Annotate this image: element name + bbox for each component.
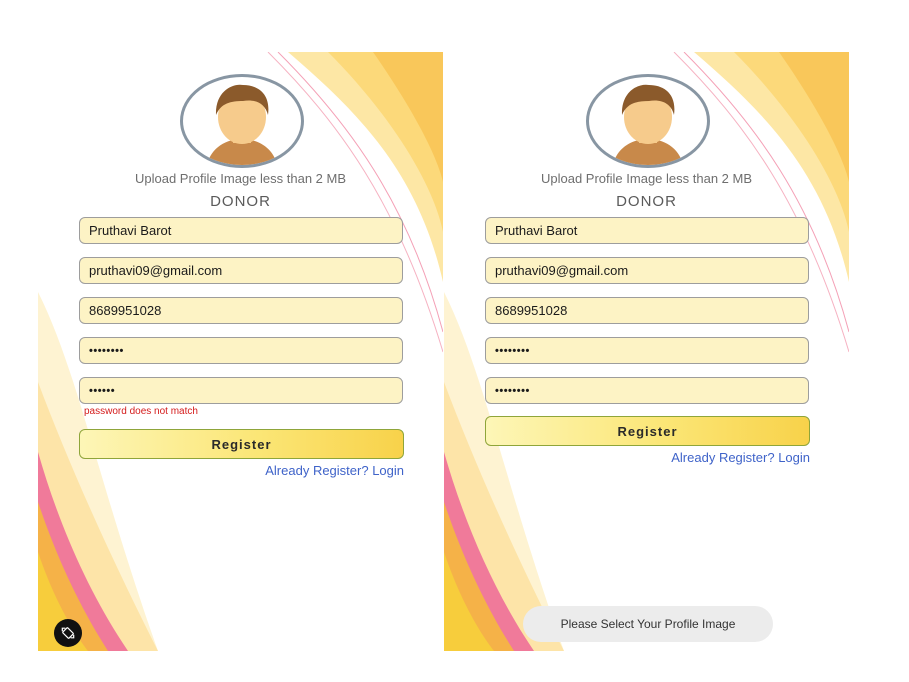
- profile-image-picker[interactable]: [180, 74, 304, 168]
- phone-field[interactable]: 8689951028: [79, 297, 403, 324]
- register-button[interactable]: Register: [79, 429, 404, 459]
- phone-value: 8689951028: [495, 303, 568, 318]
- upload-image-hint: Upload Profile Image less than 2 MB: [541, 171, 752, 186]
- email-value: pruthavi09@gmail.com: [495, 263, 629, 278]
- login-link[interactable]: Already Register? Login: [265, 463, 404, 478]
- password-field[interactable]: ••••••••: [485, 337, 809, 364]
- email-field[interactable]: pruthavi09@gmail.com: [485, 257, 809, 284]
- name-field[interactable]: Pruthavi Barot: [79, 217, 403, 244]
- upload-image-hint: Upload Profile Image less than 2 MB: [135, 171, 346, 186]
- confirm-password-value: ••••••••: [495, 384, 530, 397]
- phone-field[interactable]: 8689951028: [485, 297, 809, 324]
- register-screen-error: Upload Profile Image less than 2 MB DONO…: [38, 52, 443, 651]
- screen-rotate-icon: [61, 627, 75, 639]
- role-title: DONOR: [616, 193, 677, 210]
- login-link[interactable]: Already Register? Login: [671, 450, 810, 465]
- rotate-screen-button[interactable]: [54, 619, 82, 647]
- name-value: Pruthavi Barot: [89, 223, 172, 238]
- confirm-password-field[interactable]: ••••••: [79, 377, 403, 404]
- email-field[interactable]: pruthavi09@gmail.com: [79, 257, 403, 284]
- password-value: ••••••••: [89, 344, 124, 357]
- email-value: pruthavi09@gmail.com: [89, 263, 223, 278]
- password-error-message: password does not match: [84, 406, 198, 417]
- password-field[interactable]: ••••••••: [79, 337, 403, 364]
- confirm-password-field[interactable]: ••••••••: [485, 377, 809, 404]
- phone-value: 8689951028: [89, 303, 162, 318]
- confirm-password-value: ••••••: [89, 384, 116, 397]
- register-screen-toast: Upload Profile Image less than 2 MB DONO…: [444, 52, 849, 651]
- role-title: DONOR: [210, 193, 271, 210]
- profile-image-picker[interactable]: [586, 74, 710, 168]
- password-value: ••••••••: [495, 344, 530, 357]
- user-avatar-icon: [207, 84, 277, 165]
- toast-message: Please Select Your Profile Image: [523, 606, 773, 642]
- name-field[interactable]: Pruthavi Barot: [485, 217, 809, 244]
- register-button[interactable]: Register: [485, 416, 810, 446]
- user-avatar-icon: [613, 84, 683, 165]
- name-value: Pruthavi Barot: [495, 223, 578, 238]
